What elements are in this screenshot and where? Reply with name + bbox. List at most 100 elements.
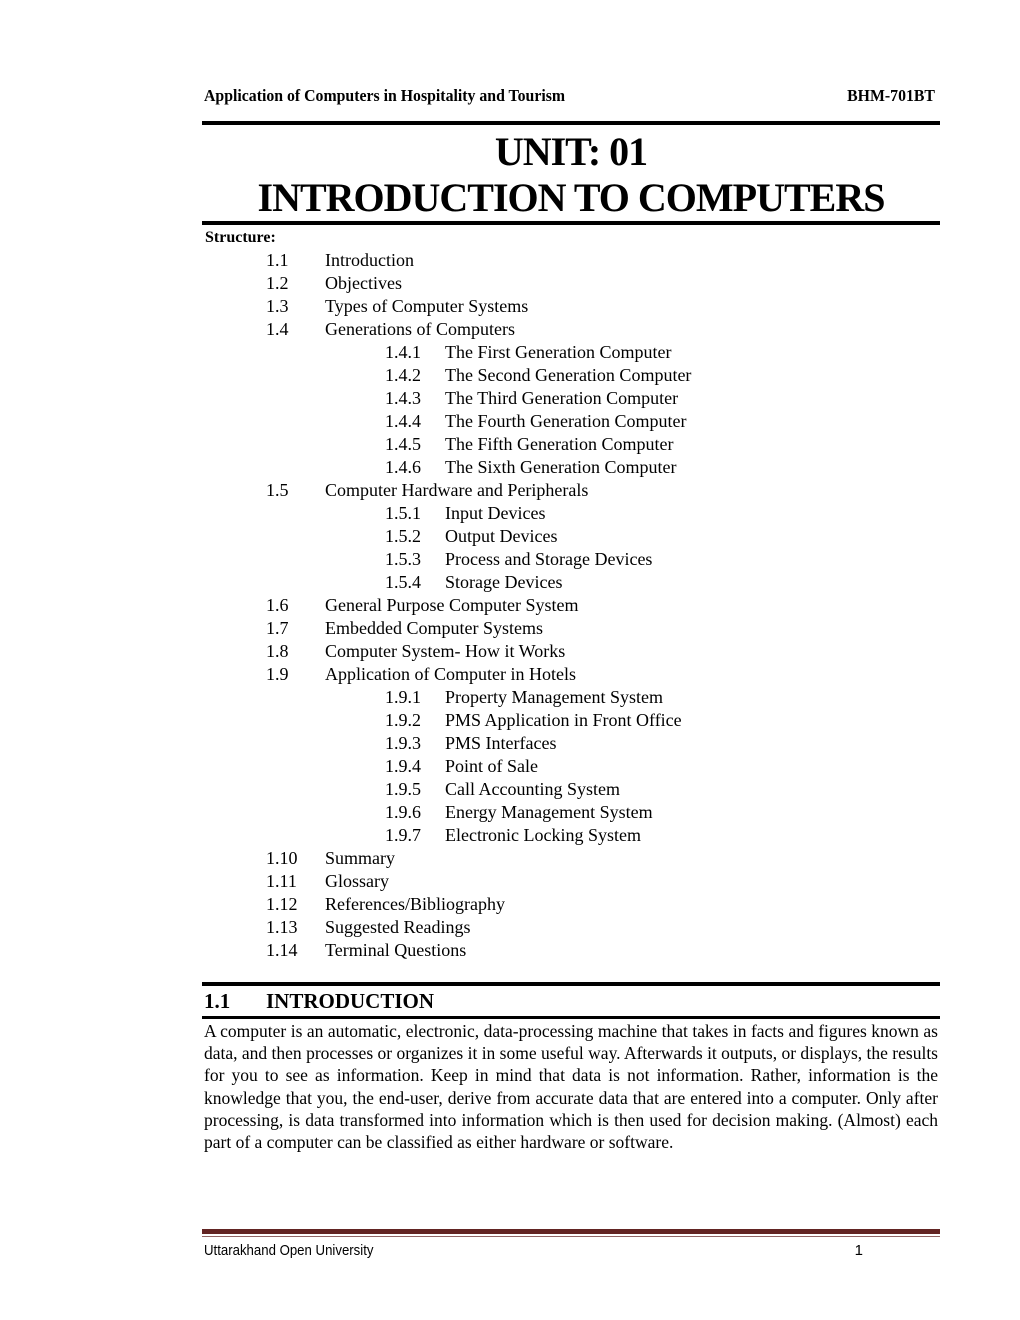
toc-item-title: Computer Hardware and Peripherals — [325, 480, 589, 500]
toc-item-title: Glossary — [325, 871, 389, 891]
header-divider — [202, 121, 940, 125]
toc-item-number: 1.9.7 — [385, 825, 421, 845]
title-divider — [202, 221, 940, 225]
toc-subitem: 1.4.3 The Third Generation Computer — [0, 387, 1020, 410]
toc-subitem: 1.9.6 Energy Management System — [0, 801, 1020, 824]
toc-item-title: Storage Devices — [445, 572, 563, 592]
toc-subitem: 1.9.2 PMS Application in Front Office — [0, 709, 1020, 732]
toc-item-title: Electronic Locking System — [445, 825, 641, 845]
toc-item: 1.14 Terminal Questions — [0, 939, 1020, 962]
section-number: 1.1 — [204, 989, 231, 1013]
course-code: BHM-701BT — [847, 86, 935, 105]
toc-item-title: References/Bibliography — [325, 894, 505, 914]
toc-subitem: 1.9.7 Electronic Locking System — [0, 824, 1020, 847]
toc-item-number: 1.4.2 — [385, 365, 421, 385]
toc-item-number: 1.14 — [266, 940, 298, 960]
toc-item-number: 1.5.2 — [385, 526, 421, 546]
toc-item-title: Property Management System — [445, 687, 663, 707]
toc-item-title: The Second Generation Computer — [445, 365, 692, 385]
toc-subitem: 1.5.4 Storage Devices — [0, 571, 1020, 594]
toc-item-title: Process and Storage Devices — [445, 549, 653, 569]
toc-item-number: 1.6 — [266, 595, 289, 615]
toc-item-number: 1.10 — [266, 848, 298, 868]
toc-item-title: The Fifth Generation Computer — [445, 434, 674, 454]
toc-item: 1.10 Summary — [0, 847, 1020, 870]
toc-item-number: 1.4.3 — [385, 388, 421, 408]
toc-item-number: 1.4 — [266, 319, 289, 339]
toc-item-number: 1.9 — [266, 664, 289, 684]
toc-item: 1.12 References/Bibliography — [0, 893, 1020, 916]
toc-subitem: 1.5.2 Output Devices — [0, 525, 1020, 548]
toc-item-number: 1.5 — [266, 480, 289, 500]
toc-subitem: 1.4.5 The Fifth Generation Computer — [0, 433, 1020, 456]
running-header: Application of Computers in Hospitality … — [204, 86, 935, 108]
toc-item-title: The Fourth Generation Computer — [445, 411, 687, 431]
section-title: INTRODUCTION — [266, 989, 435, 1013]
toc-subitem: 1.9.1 Property Management System — [0, 686, 1020, 709]
toc-subitem: 1.5.1 Input Devices — [0, 502, 1020, 525]
toc-item-number: 1.8 — [266, 641, 289, 661]
toc-item-number: 1.13 — [266, 917, 298, 937]
footer-divider-thin — [202, 1236, 940, 1237]
toc-subitem: 1.4.1 The First Generation Computer — [0, 341, 1020, 364]
toc-item-number: 1.9.3 — [385, 733, 421, 753]
course-title: Application of Computers in Hospitality … — [204, 86, 566, 105]
page-footer: Uttarakhand Open University 1 — [204, 1240, 938, 1262]
toc-item: 1.9 Application of Computer in Hotels — [0, 663, 1020, 686]
toc-item-title: Input Devices — [445, 503, 546, 523]
toc-subitem: 1.9.4 Point of Sale — [0, 755, 1020, 778]
section-divider-top — [202, 982, 940, 986]
toc-item-number: 1.9.2 — [385, 710, 421, 730]
toc-item: 1.3 Types of Computer Systems — [0, 295, 1020, 318]
toc-item: 1.11 Glossary — [0, 870, 1020, 893]
toc-subitem: 1.4.4 The Fourth Generation Computer — [0, 410, 1020, 433]
document-page: Application of Computers in Hospitality … — [0, 0, 1020, 1320]
toc-subitem: 1.9.3 PMS Interfaces — [0, 732, 1020, 755]
toc-item-number: 1.4.4 — [385, 411, 421, 431]
toc-item-number: 1.2 — [266, 273, 289, 293]
toc-item: 1.8 Computer System- How it Works — [0, 640, 1020, 663]
unit-subtitle: INTRODUCTION TO COMPUTERS — [257, 175, 886, 220]
toc-item-number: 1.5.1 — [385, 503, 421, 523]
toc-item-number: 1.7 — [266, 618, 289, 638]
toc-item-number: 1.4.1 — [385, 342, 421, 362]
toc-item-title: Types of Computer Systems — [325, 296, 529, 316]
toc-item-title: Suggested Readings — [325, 917, 471, 937]
toc-item-number: 1.12 — [266, 894, 298, 914]
toc-item-number: 1.9.6 — [385, 802, 421, 822]
footer-divider-thick — [202, 1229, 940, 1234]
section-divider-bottom — [202, 1016, 940, 1019]
institution-name: Uttarakhand Open University — [204, 1242, 374, 1259]
structure-label: Structure: — [205, 229, 276, 246]
toc-item-title: Computer System- How it Works — [325, 641, 566, 661]
toc-item: 1.4 Generations of Computers — [0, 318, 1020, 341]
toc-item: 1.6 General Purpose Computer System — [0, 594, 1020, 617]
toc-item-title: Generations of Computers — [325, 319, 515, 339]
toc-item-number: 1.4.5 — [385, 434, 421, 454]
table-of-contents: 1.1 Introduction 1.2 Objectives 1.3 Types of … — [0, 249, 1020, 962]
toc-item-number: 1.5.4 — [385, 572, 421, 592]
toc-item-title: PMS Interfaces — [445, 733, 557, 753]
toc-item-title: Introduction — [325, 250, 414, 270]
toc-item-number: 1.4.6 — [385, 457, 421, 477]
toc-item-title: Call Accounting System — [445, 779, 620, 799]
toc-item-title: Objectives — [325, 273, 402, 293]
toc-item-title: The First Generation Computer — [445, 342, 672, 362]
toc-subitem: 1.4.6 The Sixth Generation Computer — [0, 456, 1020, 479]
toc-subitem: 1.9.5 Call Accounting System — [0, 778, 1020, 801]
page-number: 1 — [854, 1242, 863, 1259]
toc-item-title: Embedded Computer Systems — [325, 618, 543, 638]
toc-subitem: 1.5.3 Process and Storage Devices — [0, 548, 1020, 571]
toc-item-title: Output Devices — [445, 526, 558, 546]
toc-item: 1.5 Computer Hardware and Peripherals — [0, 479, 1020, 502]
toc-item-number: 1.3 — [266, 296, 289, 316]
toc-item-title: The Third Generation Computer — [445, 388, 679, 408]
toc-item-title: Application of Computer in Hotels — [325, 664, 576, 684]
toc-subitem: 1.4.2 The Second Generation Computer — [0, 364, 1020, 387]
toc-item-title: Terminal Questions — [325, 940, 467, 960]
toc-item-title: Summary — [325, 848, 395, 868]
toc-item-number: 1.9.4 — [385, 756, 421, 776]
toc-item-number: 1.1 — [266, 250, 289, 270]
unit-title: UNIT: 01 — [494, 129, 648, 174]
toc-item: 1.2 Objectives — [0, 272, 1020, 295]
